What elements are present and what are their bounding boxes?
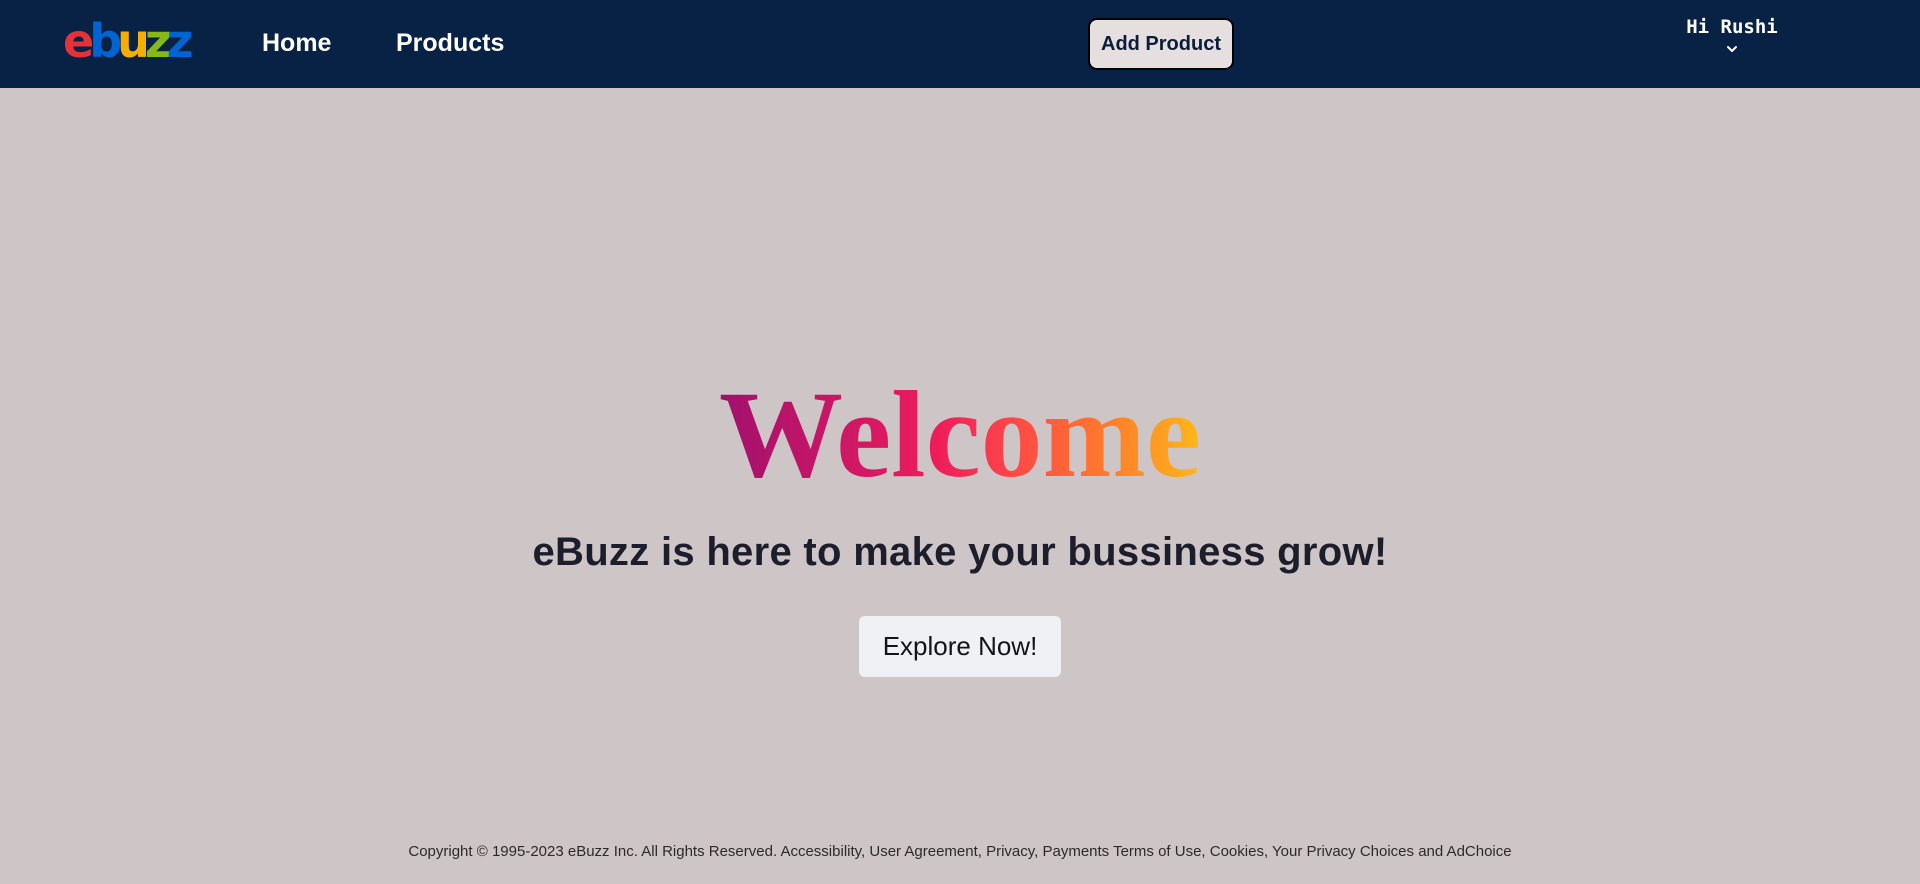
user-menu[interactable]: Hi Rushi (1676, 16, 1788, 55)
top-navbar: e b u z z Home Products Add Product Hi R… (0, 0, 1920, 88)
hero-subtitle: eBuzz is here to make your bussiness gro… (532, 530, 1388, 574)
explore-now-button[interactable]: Explore Now! (859, 616, 1061, 677)
footer-copyright: Copyright © 1995-2023 eBuzz Inc. All Rig… (408, 843, 1512, 860)
user-greeting: Hi Rushi (1686, 16, 1778, 38)
logo-letter-u: u (117, 14, 150, 68)
logo-letter-z1: z (144, 14, 172, 68)
add-product-button[interactable]: Add Product (1088, 18, 1234, 70)
logo-letter-z2: z (166, 14, 194, 68)
hero-title: Welcome (0, 370, 1920, 500)
chevron-down-icon (1727, 46, 1737, 52)
nav-link-home[interactable]: Home (262, 29, 331, 58)
logo-letter-b: b (89, 14, 122, 68)
logo-letter-e: e (63, 14, 94, 68)
ebuzz-logo[interactable]: e b u z z (63, 14, 194, 68)
nav-link-products[interactable]: Products (396, 29, 504, 58)
hero-title-text: Welcome (718, 366, 1201, 503)
